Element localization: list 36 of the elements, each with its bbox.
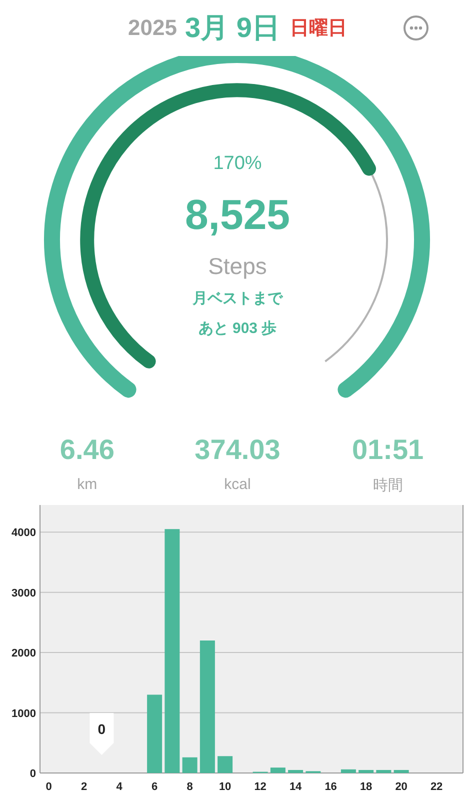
x-tick-label: 20 <box>395 781 408 793</box>
x-tick-label: 8 <box>186 781 193 793</box>
x-tick-label: 10 <box>218 781 232 793</box>
bar <box>288 770 304 773</box>
y-tick-label: 1000 <box>12 708 36 720</box>
year: 2025 <box>128 15 177 41</box>
more-icon[interactable] <box>403 15 429 41</box>
x-tick-label: 2 <box>81 781 88 793</box>
stat-unit: kcal <box>224 476 251 493</box>
y-tick-label: 0 <box>30 768 36 780</box>
x-tick-label: 22 <box>430 781 443 793</box>
y-tick-label: 2000 <box>12 648 36 660</box>
value-tooltip: 0 <box>90 713 114 755</box>
stat-value: 374.03 <box>194 434 280 466</box>
annotation: 0 <box>98 721 106 737</box>
bar <box>394 770 409 773</box>
x-tick-label: 18 <box>360 781 372 793</box>
bar <box>218 756 233 773</box>
y-tick-label: 3000 <box>12 587 36 600</box>
x-tick-label: 16 <box>324 781 337 793</box>
stat-unit: km <box>77 476 98 493</box>
x-tick-label: 4 <box>116 781 122 793</box>
stat-value: 6.46 <box>60 434 114 466</box>
bar <box>376 770 392 773</box>
x-tick-label: 0 <box>46 781 52 793</box>
x-tick-label: 12 <box>254 781 266 793</box>
weekday: 日曜日 <box>290 17 347 41</box>
bar <box>340 769 356 773</box>
x-tick-label: 6 <box>152 781 158 793</box>
bar <box>358 770 374 773</box>
x-tick-label: 14 <box>289 781 302 793</box>
stat-value: 01:51 <box>352 434 424 466</box>
bar <box>270 768 286 773</box>
y-tick-label: 4000 <box>12 527 36 540</box>
date: 3月 9日 <box>185 11 280 45</box>
stat-unit: 時間 <box>372 476 403 495</box>
